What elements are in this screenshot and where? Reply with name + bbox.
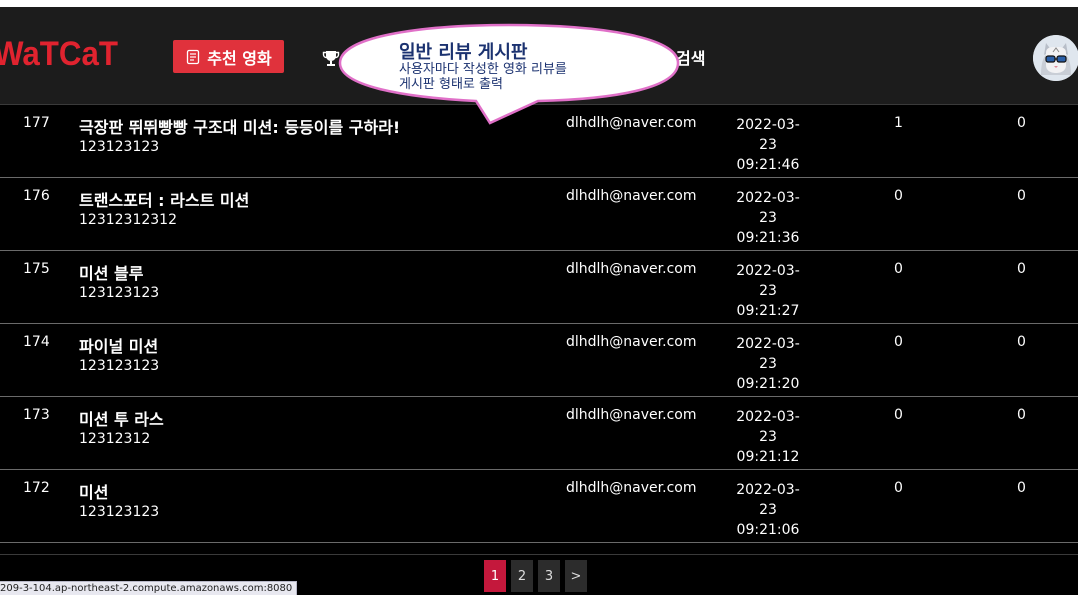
review-number: 176 [23,188,50,204]
review-title[interactable]: 파이널 미션 [79,333,158,357]
review-likes: 0 [894,261,903,277]
page-button-2[interactable]: 2 [511,560,533,592]
recommend-movies-label: 추천 영화 [207,48,272,68]
review-comments: 0 [1017,407,1026,423]
page-button-1[interactable]: 1 [484,560,506,592]
review-author-email: dlhdlh@naver.com [566,334,697,350]
review-datetime: 2022-03-23 09:21:46 [733,115,803,175]
review-date: 2022-03-23 [736,482,800,518]
pagination: 1 2 3 > [484,560,592,592]
callout-line-1: 사용자마다 작성한 영화 리뷰를 [399,62,567,77]
review-content: 123123123 [79,504,160,520]
review-likes: 1 [894,115,903,131]
review-row[interactable]: 176 트랜스포터 : 라스트 미션 12312312312 dlhdlh@na… [0,178,1078,251]
review-time: 09:21:46 [736,157,800,173]
review-title[interactable]: 미션 투 라스 [79,406,164,430]
list-bottom-divider [0,554,1078,555]
review-number: 175 [23,261,50,277]
review-date: 2022-03-23 [736,263,800,299]
site-logo[interactable]: WaTCaT [0,35,118,74]
review-author-email: dlhdlh@naver.com [566,188,697,204]
review-date: 2022-03-23 [736,117,800,153]
review-time: 09:21:27 [736,303,800,319]
review-comments: 0 [1017,188,1026,204]
review-likes: 0 [894,480,903,496]
page-button-3[interactable]: 3 [538,560,560,592]
annotation-callout: 일반 리뷰 게시판 사용자마다 작성한 영화 리뷰를 게시판 형태로 출력 [338,23,680,125]
review-row[interactable]: 175 미션 블루 123123123 dlhdlh@naver.com 202… [0,251,1078,324]
review-likes: 0 [894,407,903,423]
review-likes: 0 [894,188,903,204]
callout-title: 일반 리뷰 게시판 [399,42,528,63]
review-likes: 0 [894,334,903,350]
review-content: 123123123 [79,139,160,155]
review-row[interactable]: 174 파이널 미션 123123123 dlhdlh@naver.com 20… [0,324,1078,397]
review-date: 2022-03-23 [736,336,800,372]
recommend-movies-button[interactable]: 추천 영화 [173,40,284,73]
review-author-email: dlhdlh@naver.com [566,261,697,277]
document-icon [187,49,200,64]
review-number: 174 [23,334,50,350]
review-date: 2022-03-23 [736,409,800,445]
review-datetime: 2022-03-23 09:21:27 [733,261,803,321]
review-list: 177 극장판 뛰뛰빵빵 구조대 미션: 등등이를 구하라! 123123123… [0,105,1078,543]
review-time: 09:21:12 [736,449,800,465]
review-datetime: 2022-03-23 09:21:36 [733,188,803,248]
review-row[interactable]: 172 미션 123123123 dlhdlh@naver.com 2022-0… [0,470,1078,543]
review-author-email: dlhdlh@naver.com [566,480,697,496]
review-content: 12312312312 [79,212,177,228]
review-time: 09:21:06 [736,522,800,538]
review-comments: 0 [1017,480,1026,496]
review-number: 177 [23,115,50,131]
browser-status-url: 209-3-104.ap-northeast-2.compute.amazona… [0,581,298,595]
review-datetime: 2022-03-23 09:21:20 [733,334,803,394]
review-comments: 0 [1017,334,1026,350]
review-time: 09:21:36 [736,230,800,246]
cat-avatar-icon [1033,35,1078,81]
review-comments: 0 [1017,261,1026,277]
review-title[interactable]: 미션 [79,479,108,503]
review-content: 12312312 [79,431,151,447]
callout-line-2: 게시판 형태로 출력 [399,77,503,92]
nav-search-link[interactable]: 검색 [676,45,705,69]
review-datetime: 2022-03-23 09:21:06 [733,480,803,540]
review-content: 123123123 [79,358,160,374]
callout-body: 사용자마다 작성한 영화 리뷰를 게시판 형태로 출력 [399,62,649,92]
review-datetime: 2022-03-23 09:21:12 [733,407,803,467]
review-content: 123123123 [79,285,160,301]
review-number: 173 [23,407,50,423]
review-date: 2022-03-23 [736,190,800,226]
next-page-button[interactable]: > [565,560,587,592]
user-avatar[interactable] [1033,35,1078,81]
review-title[interactable]: 트랜스포터 : 라스트 미션 [79,187,249,211]
review-author-email: dlhdlh@naver.com [566,407,697,423]
review-comments: 0 [1017,115,1026,131]
review-title[interactable]: 미션 블루 [79,260,143,284]
review-number: 172 [23,480,50,496]
review-row[interactable]: 173 미션 투 라스 12312312 dlhdlh@naver.com 20… [0,397,1078,470]
review-time: 09:21:20 [736,376,800,392]
